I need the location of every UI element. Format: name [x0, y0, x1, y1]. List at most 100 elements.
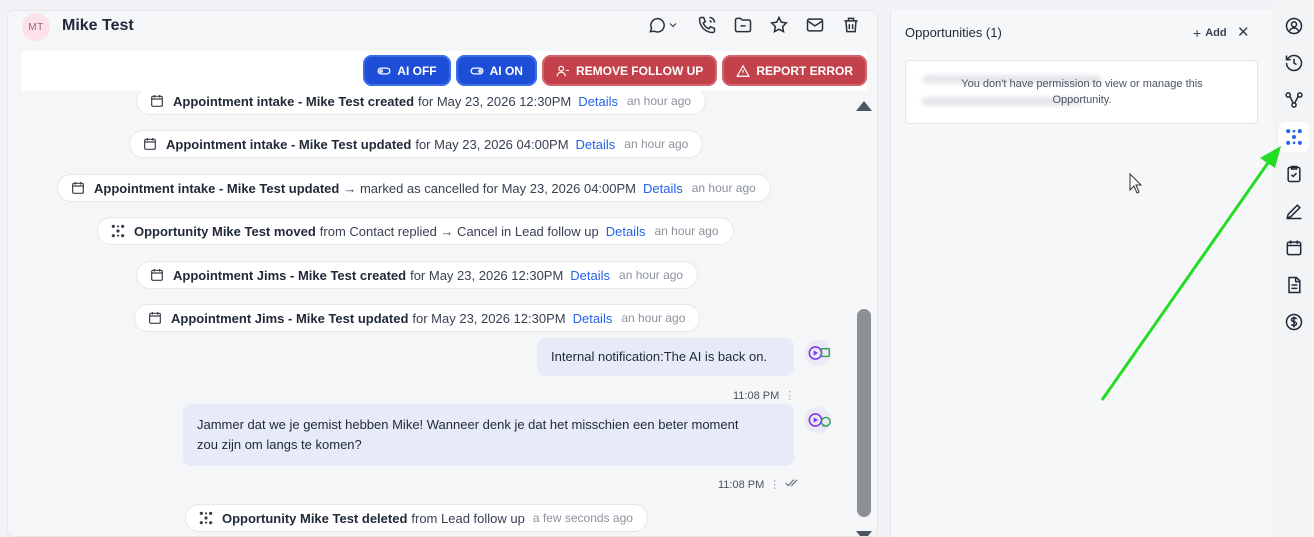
avatar[interactable]: MT: [22, 13, 50, 41]
phone-icon[interactable]: [695, 13, 719, 37]
add-label: Add: [1205, 27, 1227, 39]
star-icon[interactable]: [767, 13, 791, 37]
calendar-icon[interactable]: [1283, 237, 1305, 259]
calendar-icon: [149, 267, 165, 283]
activity-title: Appointment Jims - Mike Test created: [173, 267, 407, 283]
permission-message: You don't have permission to view or man…: [936, 76, 1228, 108]
activity-item: Appointment intake - Mike Test updated →…: [57, 174, 771, 202]
activity-title: Appointment intake - Mike Test updated: [166, 136, 412, 152]
message-bubble: Jammer dat we je gemist hebben Mike! Wan…: [183, 404, 794, 466]
activity-time: an hour ago: [624, 137, 689, 151]
activity-text: from Lead follow up: [411, 510, 525, 526]
contact-name[interactable]: Mike Test: [62, 17, 134, 35]
message-time: 11:08 PM: [718, 478, 765, 491]
toggle-on-icon: [470, 66, 484, 75]
message-channel: [805, 340, 831, 366]
internal-note-icon: [808, 346, 830, 360]
mail-icon[interactable]: [803, 13, 827, 37]
tasks-icon[interactable]: [1283, 163, 1305, 185]
details-link[interactable]: Details: [643, 181, 683, 196]
chat-dropdown-icon[interactable]: [643, 13, 683, 37]
permission-message-line: Opportunity.: [1052, 94, 1112, 106]
activity-text: from Contact replied → Cancel in Lead fo…: [319, 223, 599, 239]
details-link[interactable]: Details: [578, 94, 618, 109]
report-error-button[interactable]: REPORT ERROR: [722, 55, 867, 86]
header-actions: [643, 13, 863, 37]
details-link[interactable]: Details: [570, 268, 610, 283]
details-link[interactable]: Details: [606, 224, 646, 239]
activity-time: an hour ago: [691, 181, 756, 195]
activity-text: for May 23, 2026 04:00PM: [415, 136, 569, 152]
activity-text: for May 23, 2026 12:30PM: [412, 310, 566, 326]
opportunity-icon: [110, 223, 126, 239]
history-icon[interactable]: [1283, 52, 1305, 74]
folder-icon[interactable]: [731, 13, 755, 37]
more-options-icon[interactable]: ⋮: [769, 478, 780, 491]
opportunity-card[interactable]: You don't have permission to view or man…: [905, 60, 1258, 124]
activity-item: Appointment intake - Mike Test updated f…: [129, 130, 704, 158]
activity-title: Appointment intake - Mike Test created: [173, 93, 415, 109]
activity-text: for May 23, 2026 12:30PM: [410, 267, 564, 283]
activity-time: a few seconds ago: [532, 511, 633, 525]
message-channel: [805, 407, 831, 433]
opportunity-icon[interactable]: [1279, 122, 1309, 152]
whatsapp-icon: [808, 413, 831, 428]
activity-time: an hour ago: [621, 311, 686, 325]
report-error-label: REPORT ERROR: [756, 63, 853, 78]
plus-icon: +: [1193, 25, 1202, 41]
details-link[interactable]: Details: [576, 137, 616, 152]
permission-message-line: You don't have permission to view or man…: [961, 78, 1203, 90]
document-icon[interactable]: [1283, 274, 1305, 296]
activity-title: Appointment Jims - Mike Test updated: [171, 310, 409, 326]
message-meta: 11:08 PM ⋮: [733, 389, 795, 403]
activity-item: Appointment intake - Mike Test created f…: [136, 91, 707, 115]
activity-item: Appointment Jims - Mike Test updated for…: [134, 304, 701, 332]
calendar-icon: [147, 310, 163, 326]
close-icon[interactable]: ✕: [1237, 23, 1250, 41]
message-bubble: Internal notification:The AI is back on.: [537, 338, 794, 376]
opportunities-panel: Opportunities (1) + Add ✕ You don't have…: [890, 10, 1273, 537]
activity-title: Opportunity Mike Test moved: [134, 223, 316, 239]
conversation-header: MT Mike Test: [8, 11, 877, 47]
user-circle-icon[interactable]: [1283, 15, 1305, 37]
scroll-up-arrow[interactable]: [856, 101, 872, 111]
add-opportunity-button[interactable]: + Add: [1193, 25, 1227, 41]
notes-icon[interactable]: [1283, 200, 1305, 222]
ai-off-label: AI OFF: [397, 63, 437, 78]
toggle-off-icon: [377, 66, 391, 75]
toolbar-buttons: AI OFF AI ON REMOVE FOLLOW UP REPORT ERR…: [363, 55, 867, 86]
activity-item: Opportunity Mike Test moved from Contact…: [97, 217, 734, 245]
ai-off-button[interactable]: AI OFF: [363, 55, 451, 86]
calendar-icon: [149, 93, 165, 109]
warning-icon: [736, 64, 751, 77]
activity-time: an hour ago: [626, 94, 692, 108]
message-meta: 11:08 PM ⋮: [718, 478, 801, 491]
details-link[interactable]: Details: [573, 311, 613, 326]
message-text: Jammer dat we je gemist hebben Mike! Wan…: [197, 417, 739, 432]
ai-on-label: AI ON: [489, 63, 523, 78]
remove-follow-up-label: REMOVE FOLLOW UP: [575, 63, 704, 78]
activity-text: → marked as cancelled for May 23, 2026 0…: [343, 180, 636, 196]
ai-toolbar: AI OFF AI ON REMOVE FOLLOW UP REPORT ERR…: [22, 51, 867, 91]
scroll-down-arrow[interactable]: [856, 531, 872, 536]
opportunity-icon: [198, 510, 214, 526]
payments-icon[interactable]: [1283, 311, 1305, 333]
remove-follow-up-button[interactable]: REMOVE FOLLOW UP: [541, 55, 718, 86]
right-rail: [1273, 0, 1314, 537]
scroll-thumb[interactable]: [857, 309, 871, 517]
activity-item: Appointment Jims - Mike Test created for…: [136, 261, 699, 289]
workflow-icon[interactable]: [1283, 89, 1305, 111]
activity-title: Opportunity Mike Test deleted: [222, 510, 408, 526]
user-minus-icon: [556, 65, 569, 76]
opportunities-title: Opportunities (1): [905, 25, 1002, 40]
trash-icon[interactable]: [839, 13, 863, 37]
more-options-icon[interactable]: ⋮: [784, 389, 795, 402]
conversation-panel: MT Mike Test AI OFF AI ON REMOVE FOLLOW …: [7, 10, 878, 537]
activity-item: Opportunity Mike Test deleted from Lead …: [185, 504, 648, 532]
message-text: Internal notification:The AI is back on.: [551, 349, 768, 364]
message-text: zou zijn om langs te komen?: [197, 437, 362, 452]
ai-on-button[interactable]: AI ON: [455, 55, 537, 86]
activity-feed: Appointment intake - Mike Test created f…: [8, 91, 853, 536]
activity-time: an hour ago: [619, 268, 684, 282]
feed-scrollbar[interactable]: [855, 95, 873, 536]
